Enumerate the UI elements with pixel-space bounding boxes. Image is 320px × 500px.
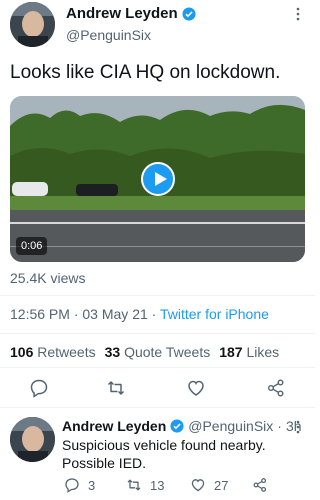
meta-separator: · — [73, 306, 79, 322]
like-icon — [191, 479, 205, 492]
reply-icon — [65, 478, 79, 493]
play-icon[interactable] — [141, 162, 175, 196]
likes-stat[interactable]: 187 Likes — [219, 344, 279, 360]
divider — [0, 367, 315, 368]
likes-label: Likes — [246, 344, 280, 360]
tweet-source[interactable]: Twitter for iPhone — [160, 306, 269, 322]
tweet-date[interactable]: 03 May 21 — [82, 306, 147, 322]
divider — [0, 295, 315, 296]
more-icon[interactable] — [293, 6, 303, 22]
retweets-label: Retweets — [37, 344, 96, 360]
quotes-stat[interactable]: 33 Quote Tweets — [105, 344, 211, 360]
engagement-stats: 106 Retweets 33 Quote Tweets 187 Likes — [10, 344, 279, 360]
tweet-text: Looks like CIA HQ on lockdown. — [10, 62, 281, 83]
share-icon[interactable] — [266, 378, 286, 398]
more-icon[interactable] — [293, 419, 303, 435]
quote-count: 33 — [104, 344, 121, 360]
tweet-meta: 12:56 PM · 03 May 21 · Twitter for iPhon… — [10, 306, 269, 322]
author-name[interactable]: Andrew Leyden — [66, 5, 196, 22]
reply-author-handle[interactable]: @PenguinSix — [188, 418, 273, 434]
video-duration: 0:06 — [16, 237, 48, 255]
reply-author-avatar[interactable] — [10, 417, 55, 462]
reply-header: Andrew Leyden @PenguinSix · 3h — [62, 418, 302, 434]
likes-count: 187 — [219, 344, 243, 360]
reply-icon[interactable] — [29, 378, 49, 398]
author-avatar[interactable] — [10, 2, 55, 47]
meta-separator: · — [151, 306, 157, 322]
reply-reply-button[interactable]: 3 — [64, 476, 95, 494]
retweets-count: 106 — [10, 344, 34, 360]
reply-separator: · — [277, 418, 282, 434]
reply-author-name[interactable]: Andrew Leyden — [62, 418, 166, 434]
retweet-icon[interactable] — [106, 378, 126, 398]
author-handle[interactable]: @PenguinSix — [66, 27, 151, 43]
quote-label: Quote Tweets — [124, 344, 211, 360]
reply-like-button[interactable]: 27 — [190, 476, 228, 494]
author-name-text: Andrew Leyden — [66, 5, 178, 22]
reply-retweets-count: 13 — [150, 477, 165, 493]
share-icon — [253, 478, 267, 492]
divider — [0, 333, 315, 334]
reply-retweet-button[interactable]: 13 — [126, 476, 164, 494]
reply-replies-count: 3 — [88, 477, 96, 493]
retweets-stat[interactable]: 106 Retweets — [10, 344, 96, 360]
verified-badge-icon — [170, 419, 184, 433]
retweet-icon — [127, 479, 141, 491]
divider — [0, 407, 315, 408]
like-icon[interactable] — [186, 378, 206, 398]
view-count: 25.4K views — [10, 270, 86, 286]
video-player[interactable]: 0:06 — [10, 96, 305, 262]
reply-likes-count: 27 — [214, 477, 229, 493]
verified-badge-icon — [182, 6, 196, 21]
reply-text: Suspicious vehicle found nearby. Possibl… — [62, 437, 266, 471]
reply-share-button[interactable] — [252, 476, 268, 494]
tweet-time: 12:56 PM — [10, 306, 70, 322]
